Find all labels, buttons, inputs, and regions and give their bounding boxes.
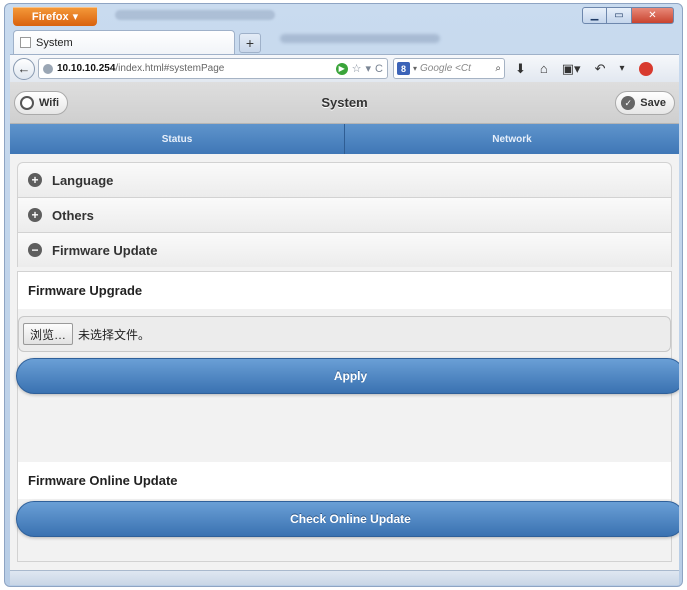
page-icon <box>20 37 31 48</box>
blurred-tab-area <box>280 34 440 43</box>
section-label: Firmware Update <box>52 242 158 258</box>
plus-icon: + <box>245 35 255 51</box>
section-label: Others <box>52 207 94 223</box>
search-engine-icon[interactable]: 8 <box>397 62 410 75</box>
toolbar-icons: ⬇ ⌂ ▣▾ ↶ ▾ <box>515 61 653 77</box>
addon-icon[interactable] <box>638 61 653 76</box>
tab-status[interactable]: Status <box>10 124 345 154</box>
web-page: Wifi System ✓ Save Status Network + Lang… <box>10 82 679 570</box>
firmware-upgrade-label: Firmware Upgrade <box>18 272 671 309</box>
chevron-down-icon[interactable]: ▾ <box>619 63 624 74</box>
address-bar[interactable]: 10.10.10.254/index.html#systemPage ▶ ☆ ▾… <box>38 58 388 79</box>
search-bar[interactable]: 8 ▾ Google <Ct ⌕ <box>393 58 505 79</box>
firefox-menu-label: Firefox <box>31 10 69 23</box>
download-icon[interactable]: ⬇ <box>515 61 526 77</box>
chevron-down-icon: ▾ <box>413 64 418 73</box>
section-firmware-update[interactable]: − Firmware Update <box>17 232 672 267</box>
check-icon: ✓ <box>621 96 636 110</box>
undo-icon[interactable]: ↶ <box>595 61 606 77</box>
page-title: System <box>321 95 368 110</box>
tab-title: System <box>36 36 73 49</box>
tab-system[interactable]: System <box>13 30 235 54</box>
section-others[interactable]: + Others <box>17 197 672 232</box>
browse-button[interactable]: 浏览… <box>23 323 74 345</box>
close-window-button[interactable]: ✕ <box>632 7 674 24</box>
firmware-online-label: Firmware Online Update <box>18 462 671 499</box>
chevron-down-icon: ▾ <box>72 11 79 23</box>
navigation-toolbar: ← 10.10.10.254/index.html#systemPage ▶ ☆… <box>10 54 679 82</box>
save-button-label: Save <box>640 97 666 109</box>
bookmark-star-icon[interactable]: ☆ <box>352 62 362 75</box>
minus-icon: − <box>28 243 42 257</box>
blurred-title-text <box>115 10 275 20</box>
file-status-text: 未选择文件。 <box>78 327 151 342</box>
history-dropdown-icon[interactable]: ▾ <box>366 62 372 75</box>
firmware-update-content: Firmware Upgrade 浏览… 未选择文件。 Apply Firmwa… <box>16 271 679 562</box>
save-button[interactable]: ✓ Save <box>615 91 675 115</box>
back-arrow-icon: ← <box>17 61 31 76</box>
minimize-button[interactable]: ▁ <box>582 7 607 24</box>
reload-icon[interactable]: C <box>375 63 383 75</box>
back-button[interactable]: ← <box>13 57 35 80</box>
browser-status-bar <box>10 570 679 585</box>
search-icon[interactable]: ⌕ <box>495 63 501 74</box>
plus-icon: + <box>28 173 42 187</box>
url-host: 10.10.10.254 <box>57 63 116 74</box>
url-path: /index.html#systemPage <box>115 63 225 74</box>
search-placeholder: Google <Ct <box>420 63 471 74</box>
section-label: Language <box>52 172 114 188</box>
maximize-button[interactable]: ▭ <box>607 7 632 24</box>
browser-window: Firefox ▾ ▁ ▭ ✕ System + ← 10.10.10.254/… <box>4 3 683 587</box>
page-header: Wifi System ✓ Save <box>10 82 679 124</box>
home-icon[interactable]: ⌂ <box>540 61 548 76</box>
apply-button[interactable]: Apply <box>16 358 679 394</box>
file-input[interactable]: 浏览… 未选择文件。 <box>18 316 671 352</box>
settings-collapsible-set: + Language + Others − Firmware Update <box>17 162 672 267</box>
new-tab-button[interactable]: + <box>239 33 261 53</box>
check-online-update-button[interactable]: Check Online Update <box>16 501 679 537</box>
firefox-menu-button[interactable]: Firefox ▾ <box>13 7 97 26</box>
site-identity-icon[interactable] <box>43 63 53 74</box>
window-controls: ▁ ▭ ✕ <box>582 7 674 24</box>
sidebar-icon[interactable]: ▣▾ <box>562 61 581 77</box>
plus-icon: + <box>28 208 42 222</box>
tab-network[interactable]: Network <box>345 124 679 154</box>
navbar: Status Network <box>10 124 679 154</box>
go-icon[interactable]: ▶ <box>335 62 348 75</box>
section-language[interactable]: + Language <box>17 162 672 197</box>
